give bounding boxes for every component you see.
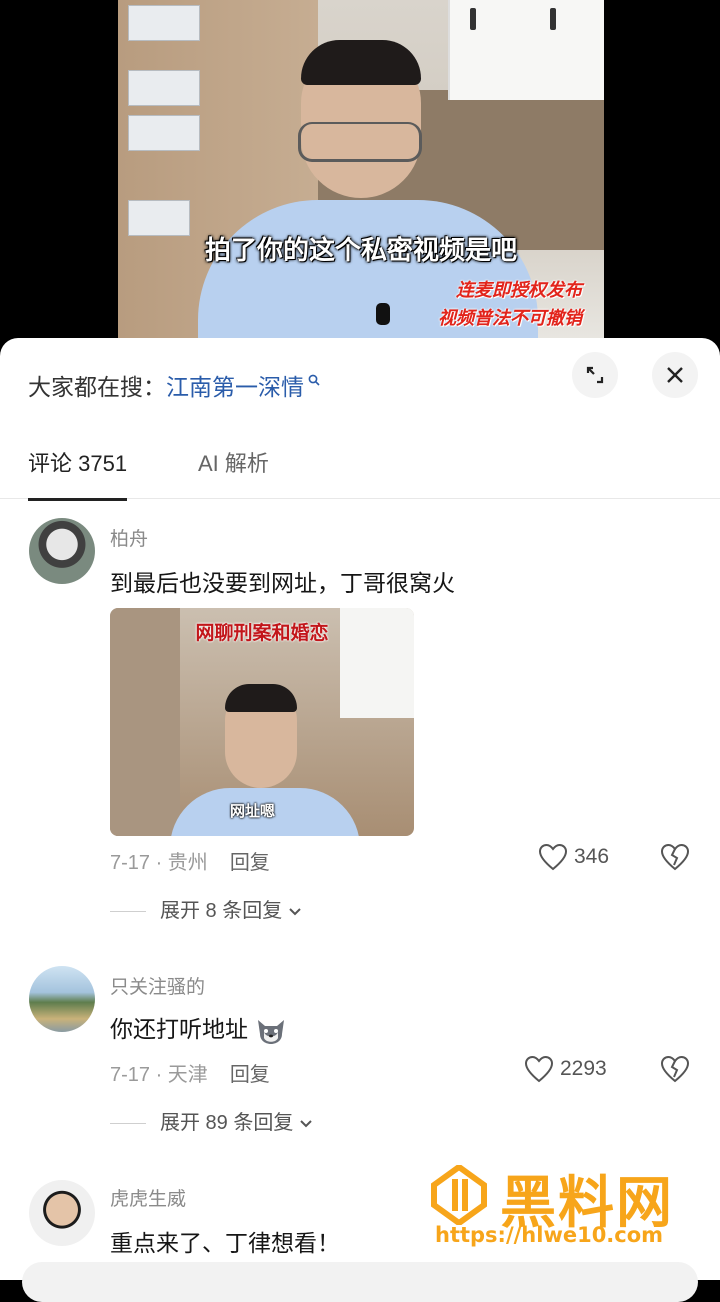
comment-image-title: 网聊刑案和婚恋 xyxy=(195,622,329,644)
speaker-glasses xyxy=(298,122,422,162)
comment-username[interactable]: 虎虎生威 xyxy=(110,1184,186,1211)
tab-ai-analysis[interactable]: AI 解析 xyxy=(198,448,269,498)
comment-image-caption: 网址嗯 xyxy=(230,802,276,820)
collapse-icon xyxy=(586,366,604,384)
collapse-button[interactable] xyxy=(572,352,618,398)
reply-button[interactable]: 回复 xyxy=(230,1064,270,1086)
comment-image[interactable]: 网聊刑案和婚恋 网址嗯 xyxy=(110,608,414,836)
close-button[interactable] xyxy=(652,352,698,398)
heart-icon xyxy=(538,843,568,871)
search-suggestion[interactable]: 大家都在搜：江南第一深情 xyxy=(28,368,320,402)
speaker-hair xyxy=(301,40,421,85)
like-count: 2293 xyxy=(560,1057,607,1080)
like-button[interactable]: 2293 xyxy=(524,1055,607,1083)
watermark-logo-icon xyxy=(431,1165,487,1225)
search-keyword[interactable]: 江南第一深情 xyxy=(166,374,304,400)
search-icon xyxy=(304,373,320,389)
dislike-button[interactable] xyxy=(660,1055,690,1085)
comment-username[interactable]: 柏舟 xyxy=(110,524,148,551)
avatar[interactable] xyxy=(29,518,95,584)
video-tag-line2: 视频普法不可撤销 xyxy=(438,308,582,329)
comment-text: 到最后也没要到网址，丁哥很窝火 xyxy=(110,570,455,596)
divider xyxy=(110,911,146,913)
cabinet xyxy=(448,0,604,100)
divider xyxy=(110,1123,146,1125)
lapel-mic xyxy=(376,303,390,325)
comment-date-location: 7-17 · 贵州 xyxy=(110,852,208,874)
video-frame: 拍了你的这个私密视频是吧 连麦即授权发布 视频普法不可撤销 xyxy=(118,0,604,345)
chevron-down-icon xyxy=(289,908,301,916)
reply-button[interactable]: 回复 xyxy=(230,852,270,874)
watermark: 黑料网 https://hlwe10.com xyxy=(425,1160,715,1260)
expand-label: 展开 8 条回复 xyxy=(160,900,283,922)
video-player[interactable]: 拍了你的这个私密视频是吧 连麦即授权发布 视频普法不可撤销 xyxy=(0,0,720,345)
tab-comments[interactable]: 评论 3751 xyxy=(28,448,128,501)
comment-text: 重点来了、丁律想看！ xyxy=(110,1230,340,1256)
avatar[interactable] xyxy=(29,1180,95,1246)
avatar[interactable] xyxy=(29,966,95,1032)
dislike-button[interactable] xyxy=(660,843,690,873)
search-prefix: 大家都在搜： xyxy=(28,374,166,400)
comment-meta: 7-17 · 天津 回复 xyxy=(110,1058,270,1087)
like-count: 346 xyxy=(574,845,610,868)
broken-heart-icon xyxy=(660,1055,690,1083)
like-button[interactable]: 346 xyxy=(538,843,609,871)
comment-date-location: 7-17 · 天津 xyxy=(110,1064,208,1086)
expand-replies[interactable]: 展开 8 条回复 xyxy=(110,894,302,923)
heart-icon xyxy=(524,1055,554,1083)
comment-meta: 7-17 · 贵州 回复 xyxy=(110,846,270,875)
watermark-url: https://hlwe10.com xyxy=(435,1223,664,1247)
comment-text: 你还打听地址 xyxy=(110,1010,288,1046)
video-subtitle: 拍了你的这个私密视频是吧 xyxy=(204,236,517,266)
comment-text-body: 你还打听地址 xyxy=(110,1016,248,1042)
comment-username[interactable]: 只关注骚的 xyxy=(110,972,205,999)
comment-input-bar[interactable] xyxy=(22,1262,698,1302)
expand-replies[interactable]: 展开 89 条回复 xyxy=(110,1106,313,1135)
broken-heart-icon xyxy=(660,843,690,871)
dog-emoji-icon xyxy=(258,1019,285,1044)
comment-sheet: 大家都在搜：江南第一深情 评论 3751 AI 解析 柏舟 到最后也没要到网址，… xyxy=(0,338,720,1280)
tab-bar: 评论 3751 AI 解析 xyxy=(0,448,720,501)
chevron-down-icon xyxy=(300,1120,312,1128)
video-tag-line1: 连麦即授权发布 xyxy=(456,280,582,301)
close-icon xyxy=(667,367,683,383)
expand-label: 展开 89 条回复 xyxy=(160,1112,294,1134)
